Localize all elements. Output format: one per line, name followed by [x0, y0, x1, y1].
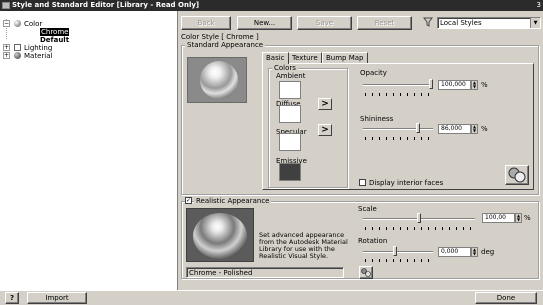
rotation-ticks	[365, 259, 433, 262]
chrome-polished-preview	[193, 213, 247, 259]
rotation-unit: deg	[481, 248, 495, 256]
chrome-sphere-preview	[200, 61, 238, 99]
new-button[interactable]: New...	[237, 16, 292, 30]
scale-ticks	[365, 227, 475, 230]
spin-arrows-icon[interactable]: ▲ ▼	[515, 213, 522, 223]
emissive-swatch[interactable]	[279, 163, 301, 181]
opacity-ticks	[365, 93, 433, 96]
expand-icon[interactable]: +	[3, 44, 10, 51]
scale-value[interactable]: 100,00	[482, 213, 515, 223]
scale-unit: %	[524, 214, 531, 222]
expand-icon[interactable]: +	[3, 52, 10, 59]
style-caption: Color Style [ Chrome ]	[181, 33, 259, 41]
copy-color-button[interactable]: >	[318, 124, 332, 136]
realistic-appearance-legend: Realistic Appearance	[194, 197, 272, 205]
browse-spheres-icon	[361, 268, 371, 277]
copy-color-button[interactable]: >	[318, 98, 332, 110]
dropdown-arrow-icon[interactable]: ▼	[530, 18, 540, 28]
filter-icon	[423, 17, 433, 27]
tree-item-default[interactable]: Default	[40, 36, 69, 44]
opacity-value[interactable]: 100,000	[438, 80, 471, 90]
rotation-label: Rotation	[358, 237, 388, 245]
window-title-bar: Style and Standard Editor [Library - Rea…	[0, 0, 543, 11]
shininess-spinner[interactable]: 86,000 ▲ ▼	[438, 124, 478, 134]
filter-value: Local Styles	[440, 19, 482, 27]
shininess-unit: %	[481, 125, 488, 133]
material-name-value: Chrome - Polished	[189, 269, 253, 277]
shininess-slider-track[interactable]	[363, 128, 433, 130]
rotation-slider-track[interactable]	[363, 251, 433, 253]
opacity-spinner[interactable]: 100,000 ▲ ▼	[438, 80, 478, 90]
spin-arrows-icon[interactable]: ▲ ▼	[471, 80, 478, 90]
app-icon	[2, 2, 10, 9]
lighting-style-icon	[14, 44, 21, 51]
shininess-label: Shininess	[360, 115, 394, 123]
style-filter-select[interactable]: Local Styles ▼	[437, 17, 541, 29]
specular-swatch[interactable]	[279, 133, 301, 151]
tab-basic[interactable]: Basic	[262, 52, 289, 64]
title-corner-text: 3	[536, 1, 541, 9]
material-browse-button[interactable]	[359, 266, 373, 279]
ambient-label: Ambient	[276, 72, 306, 80]
done-button[interactable]: Done	[475, 292, 537, 304]
spin-arrows-icon[interactable]: ▲ ▼	[471, 247, 478, 257]
opacity-slider-thumb[interactable]	[429, 79, 433, 89]
collapse-icon[interactable]: −	[3, 20, 10, 27]
spheres-icon	[508, 167, 526, 183]
window-title: Style and Standard Editor [Library - Rea…	[12, 1, 200, 9]
tree-item-label: Default	[40, 36, 70, 44]
tree-item-label: Material	[24, 52, 53, 60]
rotation-spinner[interactable]: 0,000 ▲ ▼	[438, 247, 478, 257]
rotation-slider-thumb[interactable]	[393, 246, 397, 256]
style-tree[interactable]: − Color Chrome Default + Lighting + Mate…	[0, 11, 178, 290]
shininess-slider-thumb[interactable]	[416, 123, 420, 133]
shininess-value[interactable]: 86,000	[438, 124, 471, 134]
scale-label: Scale	[358, 205, 377, 213]
shininess-ticks	[365, 137, 433, 140]
tab-bump-map[interactable]: Bump Map	[322, 52, 368, 63]
tree-item-label: Color	[24, 20, 43, 28]
realistic-preview	[186, 208, 254, 262]
display-interior-checkbox[interactable]	[359, 179, 366, 186]
display-interior-label: Display interior faces	[369, 179, 444, 187]
realistic-appearance-checkbox[interactable]: ✓	[185, 197, 192, 204]
scale-spinner[interactable]: 100,00 ▲ ▼	[482, 213, 522, 223]
color-style-icon	[14, 20, 21, 27]
tree-item-label: Chrome	[40, 28, 70, 36]
save-button[interactable]: Save	[297, 16, 352, 30]
ambient-swatch[interactable]	[279, 81, 301, 99]
realistic-description: Set advanced appearance from the Autodes…	[259, 231, 348, 260]
import-button[interactable]: Import	[27, 292, 87, 304]
help-button[interactable]: ?	[5, 292, 19, 304]
rotation-value[interactable]: 0,000	[438, 247, 471, 257]
standard-preview	[187, 57, 247, 103]
scale-slider-thumb[interactable]	[417, 213, 421, 223]
material-style-icon	[14, 52, 21, 59]
diffuse-swatch[interactable]	[279, 105, 301, 123]
material-name-field[interactable]: Chrome - Polished	[186, 267, 344, 278]
tree-item-chrome[interactable]: Chrome	[40, 28, 70, 36]
material-swap-button[interactable]	[505, 165, 529, 185]
tab-texture[interactable]: Texture	[288, 52, 322, 63]
tree-item-label: Lighting	[24, 44, 53, 52]
opacity-slider-track[interactable]	[363, 84, 433, 86]
opacity-unit: %	[481, 81, 488, 89]
back-button[interactable]: Back	[181, 16, 231, 30]
reset-button[interactable]: Reset	[357, 16, 412, 30]
opacity-label: Opacity	[360, 69, 387, 77]
colors-legend: Colors	[272, 64, 298, 72]
standard-appearance-legend: Standard Appearance	[185, 41, 266, 49]
spin-arrows-icon[interactable]: ▲ ▼	[471, 124, 478, 134]
